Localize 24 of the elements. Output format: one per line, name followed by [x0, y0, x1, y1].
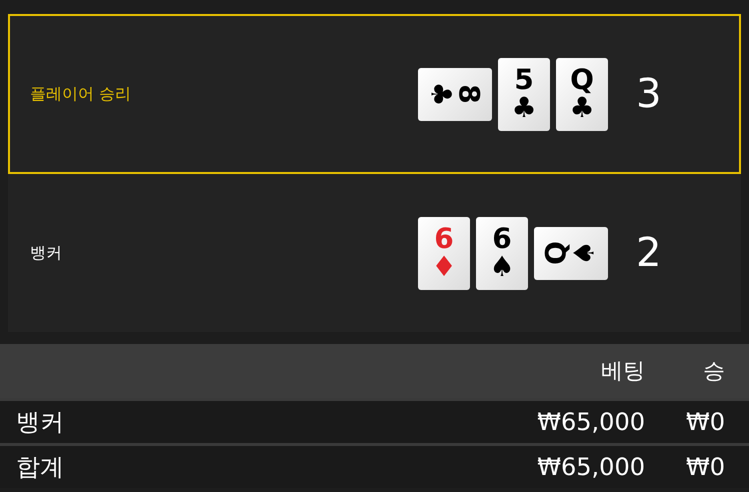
table-cell-text: ₩65,000 [536, 453, 645, 481]
card-suit: ♦ [431, 253, 457, 281]
table-cell-text: 합계 [15, 452, 65, 483]
card-suit: ♣ [427, 81, 455, 107]
table-cell-text: ₩65,000 [536, 408, 645, 436]
hand-label: 플레이어 승리 [30, 84, 132, 104]
hand-label: 뱅커 [30, 242, 63, 264]
card-suit: ♣ [511, 94, 537, 122]
column-header: 베팅 [600, 358, 645, 386]
hand-score: 3 [636, 71, 662, 117]
card-rank: 6 [434, 225, 454, 253]
card-rank: 8 [455, 84, 483, 104]
card-rank: Q [570, 66, 594, 94]
hand-score: 2 [636, 230, 662, 276]
card-suit: ♣ [569, 94, 595, 122]
column-header: 승 [702, 358, 726, 386]
card-rank: 5 [514, 66, 534, 94]
table-cell-text: ₩0 [685, 453, 726, 481]
card-rank: 6 [492, 225, 512, 253]
card-suit: ♠ [489, 253, 515, 281]
table-cell-text: ₩0 [685, 408, 726, 436]
table-cell-text: 뱅커 [15, 407, 65, 438]
card-rank: Q [543, 241, 571, 265]
card-suit: ♠ [571, 240, 599, 266]
